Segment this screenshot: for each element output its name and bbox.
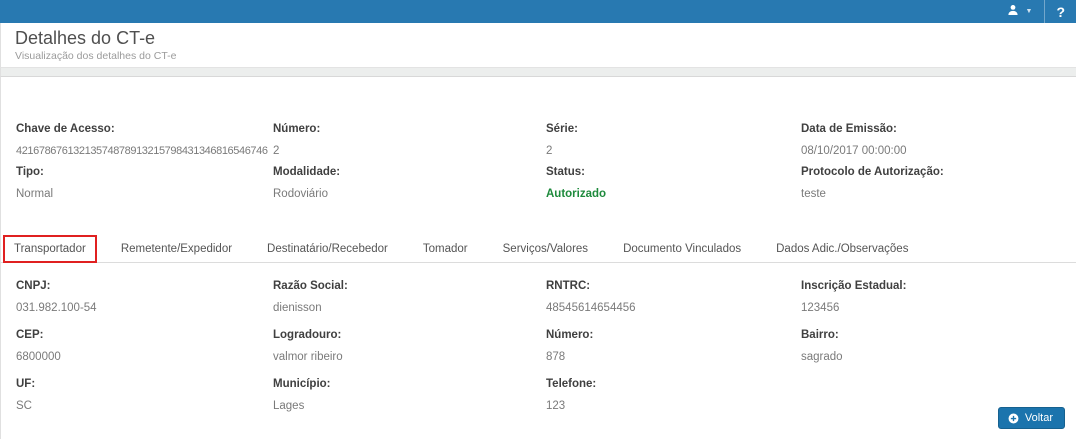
field-municipio: Município: Lages [273, 378, 546, 412]
field-label: Inscrição Estadual: [801, 280, 1066, 292]
tab-destinatario-recebedor[interactable]: Destinatário/Recebedor [257, 236, 398, 262]
field-value: 878 [546, 351, 791, 363]
plus-circle-icon [1008, 413, 1019, 424]
field-value: 123 [546, 400, 791, 412]
field-status: Status: Autorizado [546, 166, 801, 200]
page-subtitle: Visualização dos detalhes do CT-e [15, 50, 1076, 62]
field-value: 4216786761321357487891321579843134681654… [16, 145, 263, 157]
summary-fields: Chave de Acesso: 42167867613213574878913… [1, 77, 1076, 209]
field-value: 031.982.100-54 [16, 302, 263, 314]
content-panel: Chave de Acesso: 42167867613213574878913… [0, 76, 1076, 439]
field-label: Série: [546, 123, 791, 135]
field-rntrc: RNTRC: 48545614654456 [546, 280, 801, 314]
field-value: 123456 [801, 302, 1066, 314]
field-razao-social: Razão Social: dienisson [273, 280, 546, 314]
field-data-de-emissao: Data de Emissão: 08/10/2017 00:00:00 [801, 123, 1076, 157]
field-value: 48545614654456 [546, 302, 791, 314]
field-bairro: Bairro: sagrado [801, 329, 1076, 363]
chevron-down-icon: ▼ [1026, 8, 1033, 15]
field-value: 6800000 [16, 351, 263, 363]
tab-dados-adic-observacoes[interactable]: Dados Adic./Observações [766, 236, 918, 262]
field-numero: Número: 2 [273, 123, 546, 157]
field-label: Número: [546, 329, 791, 341]
panel-gap [0, 68, 1076, 76]
field-telefone: Telefone: 123 [546, 378, 801, 412]
field-serie: Série: 2 [546, 123, 801, 157]
page-title: Detalhes do CT-e [15, 28, 1076, 48]
field-label: RNTRC: [546, 280, 791, 292]
field-tipo: Tipo: Normal [16, 166, 273, 200]
field-logradouro: Logradouro: valmor ribeiro [273, 329, 546, 363]
tab-transportador[interactable]: Transportador [4, 236, 96, 262]
field-inscricao-estadual: Inscrição Estadual: 123456 [801, 280, 1076, 314]
field-value: valmor ribeiro [273, 351, 536, 363]
field-label: Município: [273, 378, 536, 390]
voltar-button-label: Voltar [1025, 412, 1053, 424]
tab-bar: Transportador Remetente/Expedidor Destin… [1, 236, 1076, 263]
tab-remetente-expedidor[interactable]: Remetente/Expedidor [111, 236, 242, 262]
field-value: 2 [546, 145, 791, 157]
field-numero-endereco: Número: 878 [546, 329, 801, 363]
field-label: Chave de Acesso: [16, 123, 263, 135]
field-label: CNPJ: [16, 280, 263, 292]
user-icon [1007, 3, 1019, 21]
field-label: CEP: [16, 329, 263, 341]
field-value: teste [801, 188, 1066, 200]
tab-servicos-valores[interactable]: Serviços/Valores [493, 236, 598, 262]
field-value: Normal [16, 188, 263, 200]
field-value: 08/10/2017 00:00:00 [801, 145, 1066, 157]
field-label: Tipo: [16, 166, 263, 178]
field-chave-de-acesso: Chave de Acesso: 42167867613213574878913… [16, 123, 273, 157]
field-label: Número: [273, 123, 536, 135]
field-value: Lages [273, 400, 536, 412]
transportador-fields: CNPJ: 031.982.100-54 Razão Social: dieni… [1, 263, 1076, 427]
field-label: Status: [546, 166, 791, 178]
field-label: Modalidade: [273, 166, 536, 178]
top-navbar: ▼ ? [0, 0, 1076, 23]
field-cnpj: CNPJ: 031.982.100-54 [16, 280, 273, 314]
field-value: 2 [273, 145, 536, 157]
field-label: Razão Social: [273, 280, 536, 292]
tab-documento-vinculados[interactable]: Documento Vinculados [613, 236, 751, 262]
field-value: SC [16, 400, 263, 412]
field-label: UF: [16, 378, 263, 390]
field-protocolo-de-autorizacao: Protocolo de Autorização: teste [801, 166, 1076, 200]
voltar-button[interactable]: Voltar [998, 407, 1065, 429]
help-button[interactable]: ? [1045, 0, 1076, 23]
field-label: Protocolo de Autorização: [801, 166, 1066, 178]
tab-tomador[interactable]: Tomador [413, 236, 478, 262]
field-value: Rodoviário [273, 188, 536, 200]
field-uf: UF: SC [16, 378, 273, 412]
status-badge: Autorizado [546, 188, 791, 200]
field-label: Logradouro: [273, 329, 536, 341]
page-header: Detalhes do CT-e Visualização dos detalh… [0, 23, 1076, 68]
field-value: dienisson [273, 302, 536, 314]
field-modalidade: Modalidade: Rodoviário [273, 166, 546, 200]
field-label: Telefone: [546, 378, 791, 390]
cte-details-page: ▼ ? Detalhes do CT-e Visualização dos de… [0, 0, 1076, 439]
field-cep: CEP: 6800000 [16, 329, 273, 363]
field-value: sagrado [801, 351, 1066, 363]
field-label: Data de Emissão: [801, 123, 1066, 135]
user-menu[interactable]: ▼ [995, 0, 1045, 23]
field-label: Bairro: [801, 329, 1066, 341]
